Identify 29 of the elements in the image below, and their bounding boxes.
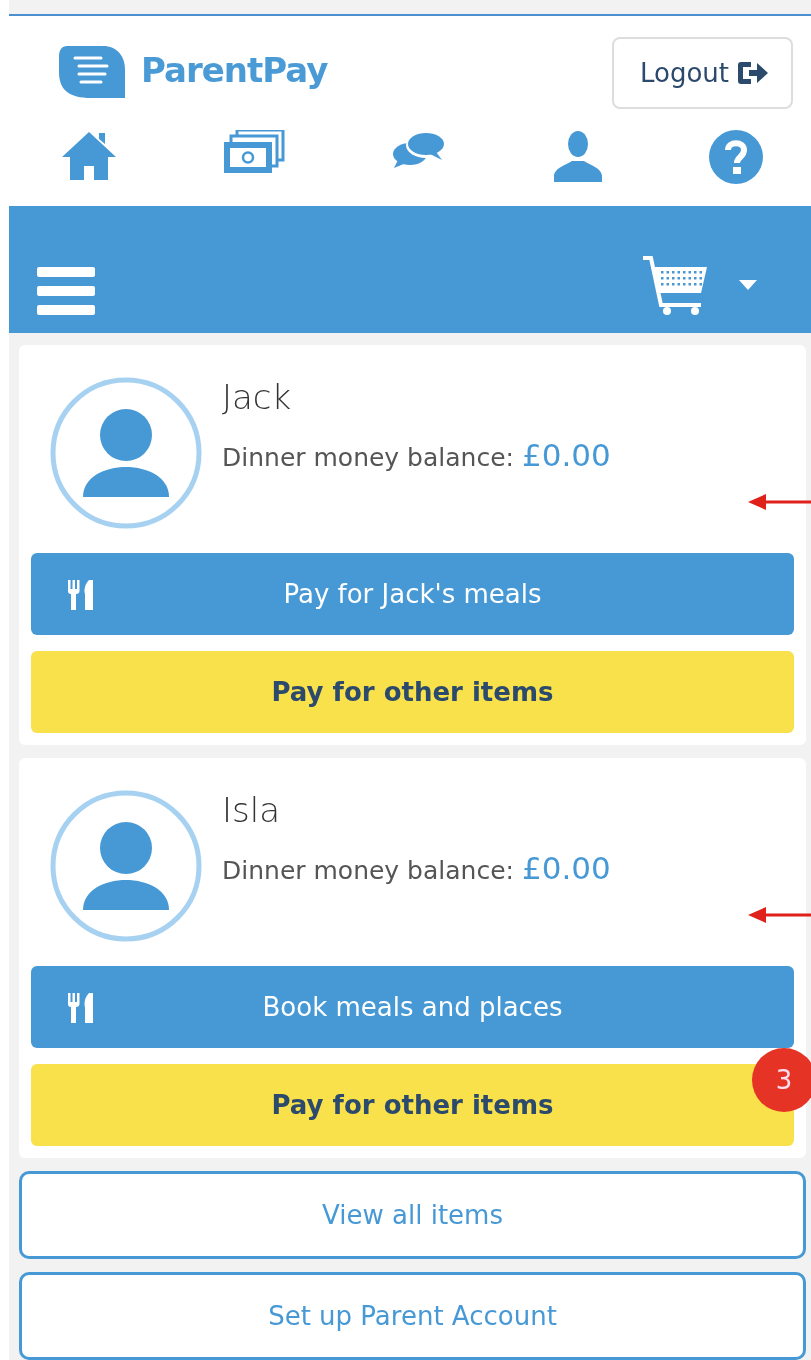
outline-button[interactable]: View all items bbox=[19, 1171, 806, 1259]
child-name: Jack bbox=[222, 377, 293, 417]
logout-button[interactable]: Logout bbox=[611, 37, 793, 109]
child-name: Isla bbox=[222, 790, 282, 830]
chat-bubbles-icon bbox=[390, 130, 446, 170]
caret-icon bbox=[739, 280, 757, 290]
nav-button[interactable] bbox=[551, 130, 604, 184]
notification-badge: 3 bbox=[752, 1048, 811, 1112]
meals-button[interactable]: Pay for Jack's meals bbox=[31, 553, 794, 635]
logo-text: ParentPay bbox=[141, 50, 328, 90]
other-items-button[interactable]: Pay for other items bbox=[31, 651, 794, 733]
menu-button[interactable] bbox=[37, 267, 95, 315]
avatar-icon bbox=[50, 377, 202, 529]
home-icon bbox=[61, 130, 117, 182]
shopping-cart-icon bbox=[641, 255, 709, 315]
balance-value: £0.00 bbox=[521, 850, 611, 886]
logout-icon bbox=[737, 60, 769, 86]
banknotes-icon bbox=[222, 130, 285, 174]
basket-button[interactable] bbox=[641, 255, 757, 315]
meals-button[interactable]: Book meals and places bbox=[31, 966, 794, 1048]
balance-label: Dinner money balance: bbox=[222, 443, 514, 472]
avatar-icon bbox=[50, 790, 202, 942]
nav-button[interactable] bbox=[709, 130, 763, 184]
help-icon bbox=[709, 130, 763, 184]
balance-value: £0.00 bbox=[521, 437, 611, 473]
menu-icon bbox=[37, 267, 95, 315]
person-icon bbox=[551, 130, 604, 182]
balance-label: Dinner money balance: bbox=[222, 856, 514, 885]
outline-button[interactable]: Set up Parent Account bbox=[19, 1272, 806, 1360]
